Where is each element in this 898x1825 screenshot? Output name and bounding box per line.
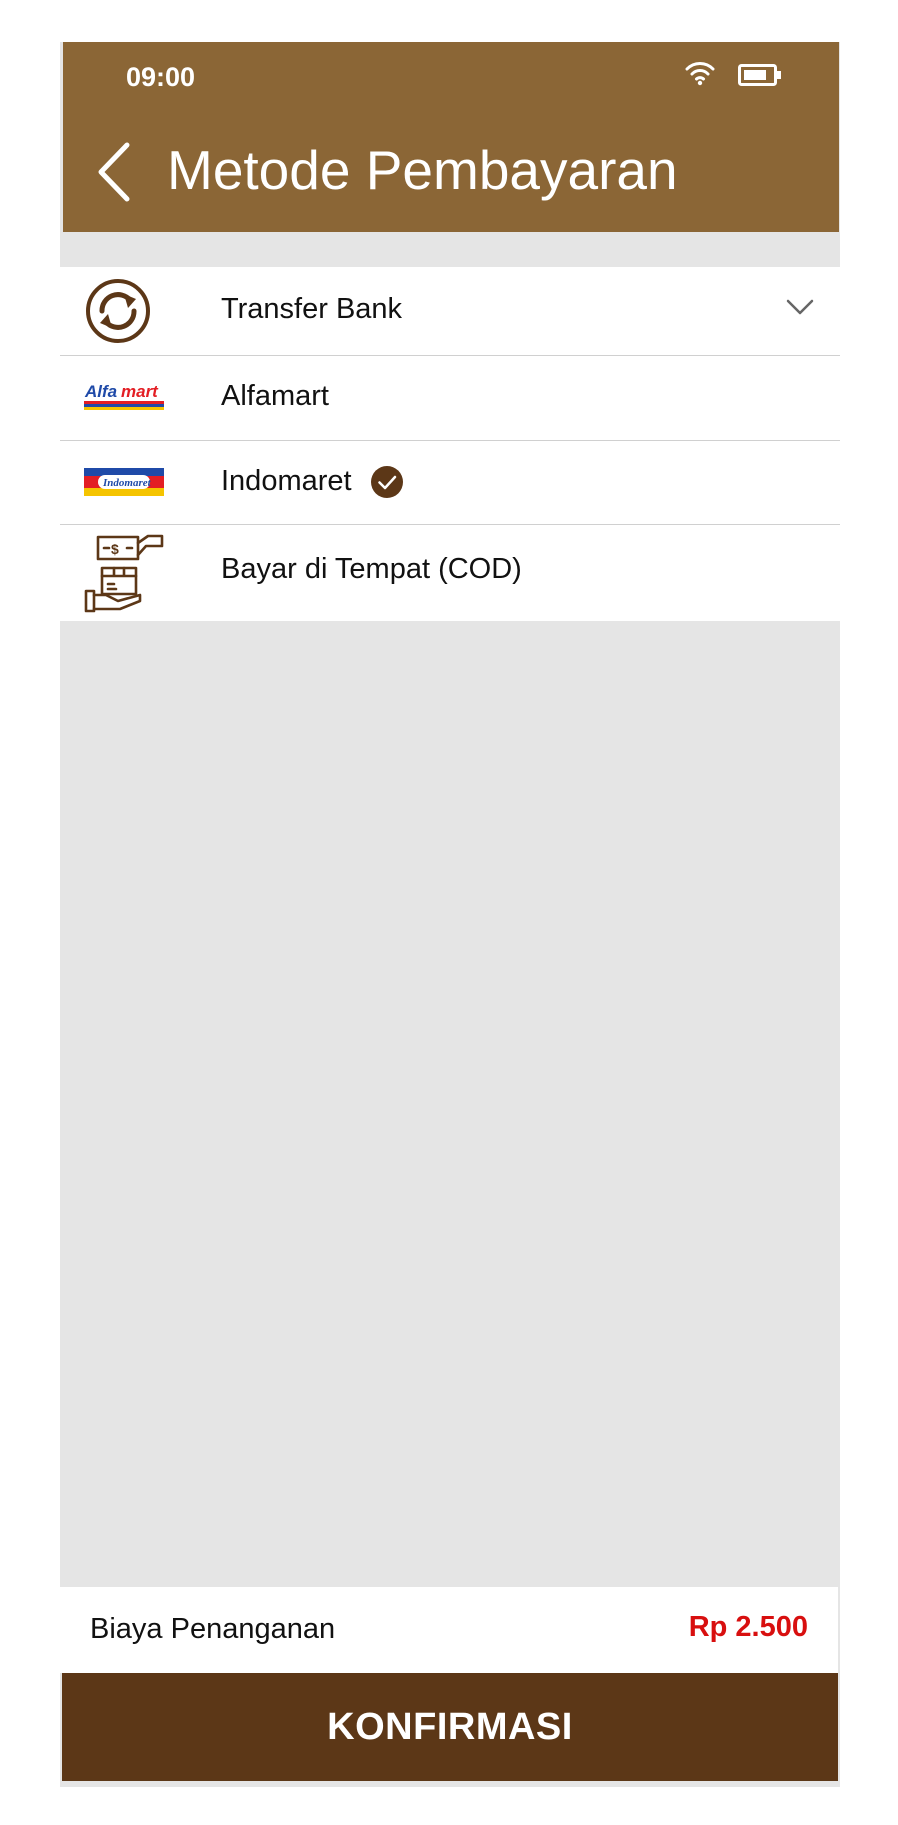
phone-screen: 09:00 Metode Pembayaran Transfer Bank Al… [60, 42, 840, 1787]
payment-option-transfer-bank[interactable]: Transfer Bank [60, 267, 840, 356]
svg-text:Alfa: Alfa [84, 382, 117, 401]
payment-option-cod[interactable]: $ Bayar di Tempat (COD) [60, 525, 840, 621]
page-title: Metode Pembayaran [167, 139, 678, 201]
payment-option-label: Transfer Bank [221, 293, 403, 325]
payment-option-alfamart[interactable]: Alfa mart Alfamart [60, 356, 840, 441]
wifi-icon [685, 62, 715, 86]
svg-text:mart: mart [121, 382, 159, 401]
indomaret-logo: Indomaret [84, 468, 164, 496]
transfer-refresh-icon [86, 279, 150, 343]
app-header: 09:00 Metode Pembayaran [63, 42, 839, 232]
handling-fee-label: Biaya Penanganan [90, 1613, 336, 1645]
payment-method-list: Transfer Bank Alfa mart Alfamart Indomar… [60, 267, 840, 621]
confirm-button[interactable]: KONFIRMASI [62, 1673, 838, 1781]
handling-fee-value: Rp 2.500 [688, 1611, 808, 1643]
payment-option-label: Indomaret [221, 465, 352, 497]
back-button[interactable] [87, 137, 147, 207]
cash-on-delivery-icon: $ [84, 534, 164, 613]
chevron-down-icon[interactable] [785, 297, 815, 317]
svg-text:Indomaret: Indomaret [102, 477, 152, 489]
svg-text:$: $ [111, 541, 119, 557]
chevron-left-icon [98, 142, 130, 202]
payment-option-label: Alfamart [221, 380, 329, 412]
alfamart-logo: Alfa mart [84, 382, 164, 410]
status-time: 09:00 [126, 62, 196, 92]
battery-icon [738, 64, 781, 86]
payment-option-label: Bayar di Tempat (COD) [221, 553, 522, 585]
handling-fee-bar: Biaya Penanganan Rp 2.500 [60, 1587, 838, 1673]
payment-option-indomaret[interactable]: Indomaret Indomaret [60, 441, 840, 525]
check-circle-icon [371, 466, 403, 498]
